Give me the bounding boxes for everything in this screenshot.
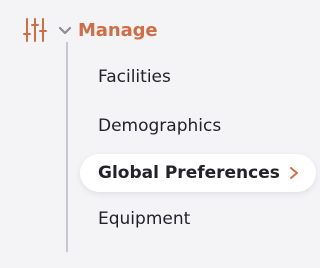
sliders-icon (23, 18, 47, 42)
nav-item-equipment[interactable]: Equipment (98, 204, 190, 234)
nav-item-label: Facilities (98, 67, 171, 87)
chevron-right-icon (289, 167, 298, 179)
nav-item-demographics[interactable]: Demographics (98, 111, 221, 141)
nav-item-label: Global Preferences (98, 163, 280, 183)
nav-item-global-preferences[interactable]: Global Preferences (80, 154, 316, 192)
manage-section-header[interactable]: Manage (22, 14, 158, 46)
nav-item-label: Equipment (98, 209, 191, 229)
chevron-down-icon[interactable] (58, 23, 72, 37)
sidebar-nav: Manage Facilities Demographics Global Pr… (0, 0, 320, 268)
section-title: Manage (78, 19, 158, 41)
tree-line (66, 42, 68, 252)
nav-item-label: Demographics (98, 116, 222, 136)
nav-item-facilities[interactable]: Facilities (98, 62, 171, 92)
